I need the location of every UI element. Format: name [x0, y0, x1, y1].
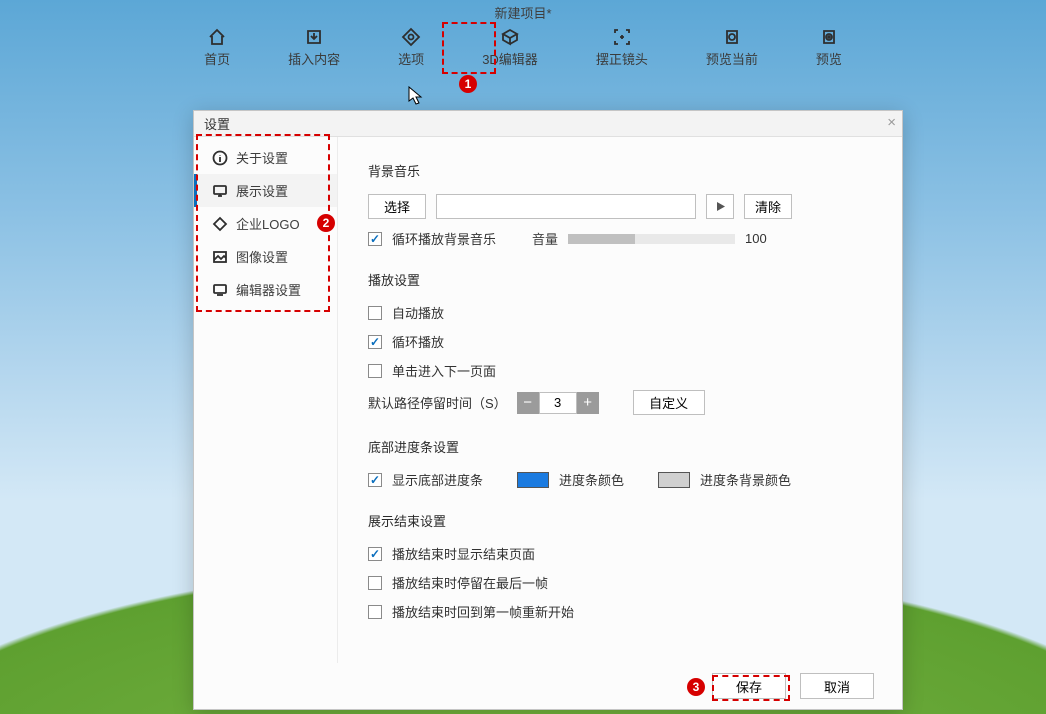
volume-label: 音量 — [532, 229, 558, 248]
cube-icon — [500, 27, 520, 47]
diamond-icon — [212, 216, 228, 232]
toolbar-insert[interactable]: 插入内容 — [280, 25, 348, 77]
section-title: 背景音乐 — [368, 161, 872, 180]
sidebar-item-label: 图像设置 — [236, 247, 288, 266]
annotation-badge-1: 1 — [459, 75, 477, 93]
main-toolbar: 新建项目* 首页 插入内容 选项 3D编辑器 摆正镜头 预览当前 预览 — [0, 0, 1046, 78]
show-progress-checkbox[interactable] — [368, 473, 382, 487]
options-icon — [401, 27, 421, 47]
bar-color-label: 进度条颜色 — [559, 470, 624, 489]
cursor-icon — [408, 86, 424, 109]
play-button[interactable] — [706, 194, 734, 219]
play-icon — [715, 201, 726, 212]
save-button[interactable]: 保存 — [712, 673, 786, 699]
sidebar-item-label: 展示设置 — [236, 181, 288, 200]
stay-time-label: 默认路径停留时间（S） — [368, 393, 507, 412]
toolbar-label: 首页 — [204, 49, 230, 68]
home-icon — [207, 27, 227, 47]
autoplay-checkbox[interactable] — [368, 306, 382, 320]
volume-value: 100 — [745, 231, 767, 246]
loop-music-checkbox[interactable] — [368, 232, 382, 246]
toolbar-label: 预览当前 — [706, 49, 758, 68]
settings-dialog: 设置 × 关于设置 展示设置 企业LOGO 图像设置 编辑器设置 — [193, 110, 903, 710]
dialog-content: 背景音乐 选择 清除 循环播放背景音乐 音量 100 — [338, 137, 902, 663]
sidebar-item-label: 企业LOGO — [236, 214, 300, 233]
preview-current-icon — [722, 27, 742, 47]
cancel-button[interactable]: 取消 — [800, 673, 874, 699]
sidebar-item-about[interactable]: 关于设置 — [194, 141, 337, 174]
sidebar-item-display[interactable]: 展示设置 — [194, 174, 337, 207]
autoplay-label: 自动播放 — [392, 303, 444, 322]
preview-icon — [819, 27, 839, 47]
show-end-checkbox[interactable] — [368, 547, 382, 561]
toolbar-preview[interactable]: 预览 — [808, 25, 850, 77]
toolbar-camera-align[interactable]: 摆正镜头 — [588, 25, 656, 77]
click-next-checkbox[interactable] — [368, 364, 382, 378]
toolbar-preview-current[interactable]: 预览当前 — [698, 25, 766, 77]
section-title: 展示结束设置 — [368, 511, 872, 530]
toolbar-label: 3D编辑器 — [482, 49, 538, 68]
dialog-footer: 保存 取消 — [194, 663, 902, 709]
loop-play-label: 循环播放 — [392, 332, 444, 351]
toolbar-home[interactable]: 首页 — [196, 25, 238, 77]
decrement-button[interactable]: − — [517, 392, 539, 414]
focus-icon — [612, 27, 632, 47]
toolbar-label: 选项 — [398, 49, 424, 68]
restart-label: 播放结束时回到第一帧重新开始 — [392, 602, 574, 621]
monitor-icon — [212, 282, 228, 298]
stay-time-stepper: − + — [517, 392, 599, 414]
section-title: 底部进度条设置 — [368, 437, 872, 456]
show-end-label: 播放结束时显示结束页面 — [392, 544, 535, 563]
display-icon — [212, 183, 228, 199]
clear-button[interactable]: 清除 — [744, 194, 792, 219]
increment-button[interactable]: + — [577, 392, 599, 414]
progress-section: 底部进度条设置 显示底部进度条 进度条颜色 进度条背景颜色 — [368, 437, 872, 489]
toolbar-3d-editor[interactable]: 3D编辑器 — [474, 25, 546, 77]
sidebar-item-editor[interactable]: 编辑器设置 — [194, 273, 337, 306]
toolbar-label: 插入内容 — [288, 49, 340, 68]
loop-music-label: 循环播放背景音乐 — [392, 229, 496, 248]
volume-slider[interactable] — [568, 234, 735, 244]
music-path-input[interactable] — [436, 194, 696, 219]
toolbar-label: 摆正镜头 — [596, 49, 648, 68]
toolbar-options[interactable]: 选项 — [390, 25, 432, 77]
dialog-header: 设置 × — [194, 111, 902, 137]
bg-color-swatch[interactable] — [658, 472, 690, 488]
bar-color-swatch[interactable] — [517, 472, 549, 488]
sidebar-item-logo[interactable]: 企业LOGO — [194, 207, 337, 240]
stay-last-checkbox[interactable] — [368, 576, 382, 590]
sidebar-item-label: 编辑器设置 — [236, 280, 301, 299]
loop-play-checkbox[interactable] — [368, 335, 382, 349]
close-icon[interactable]: × — [887, 114, 896, 131]
dialog-title: 设置 — [204, 114, 230, 133]
insert-icon — [304, 27, 324, 47]
bg-music-section: 背景音乐 选择 清除 循环播放背景音乐 音量 100 — [368, 161, 872, 248]
show-progress-label: 显示底部进度条 — [392, 470, 483, 489]
project-title: 新建项目* — [0, 0, 1046, 22]
playback-section: 播放设置 自动播放 循环播放 单击进入下一页面 默认路径停留时间（S） − — [368, 270, 872, 415]
stay-time-input[interactable] — [539, 392, 577, 414]
image-icon — [212, 249, 228, 265]
select-music-button[interactable]: 选择 — [368, 194, 426, 219]
info-icon — [212, 150, 228, 166]
sidebar-item-label: 关于设置 — [236, 148, 288, 167]
annotation-badge-3: 3 — [687, 678, 705, 696]
click-next-label: 单击进入下一页面 — [392, 361, 496, 380]
custom-button[interactable]: 自定义 — [633, 390, 705, 415]
restart-checkbox[interactable] — [368, 605, 382, 619]
end-section: 展示结束设置 播放结束时显示结束页面 播放结束时停留在最后一帧 播放结束时回到第… — [368, 511, 872, 621]
toolbar-label: 预览 — [816, 49, 842, 68]
sidebar-item-image[interactable]: 图像设置 — [194, 240, 337, 273]
dialog-sidebar: 关于设置 展示设置 企业LOGO 图像设置 编辑器设置 — [194, 137, 338, 663]
bg-color-label: 进度条背景颜色 — [700, 470, 791, 489]
section-title: 播放设置 — [368, 270, 872, 289]
annotation-badge-2: 2 — [317, 214, 335, 232]
stay-last-label: 播放结束时停留在最后一帧 — [392, 573, 548, 592]
